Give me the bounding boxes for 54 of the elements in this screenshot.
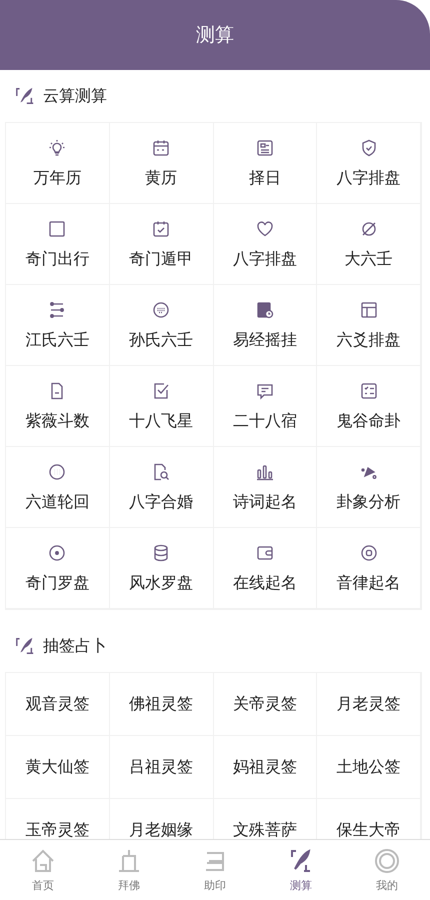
grid-item[interactable]: 诗词起名 (214, 447, 318, 528)
tab[interactable]: 助印 (172, 840, 258, 900)
grid-item[interactable]: 十八飞星 (110, 366, 214, 447)
grid-item[interactable]: 江氏六壬 (6, 285, 110, 366)
section-title: 抽签占卜 (43, 636, 107, 656)
tab[interactable]: 我的 (344, 840, 430, 900)
quill-icon (15, 636, 35, 656)
ring-icon (373, 847, 401, 875)
grid-item[interactable]: 在线起名 (214, 528, 318, 609)
grid-item[interactable]: 妈祖灵签 (214, 736, 318, 799)
heart-icon (254, 218, 275, 238)
id-card-icon (254, 138, 275, 158)
grid-item[interactable]: 八字排盘 (214, 204, 318, 285)
calendar-icon (151, 138, 172, 158)
layout-icon (358, 300, 379, 320)
grid-item[interactable]: 八字排盘 (317, 123, 421, 204)
grid-item[interactable]: 观音灵签 (6, 673, 110, 736)
grid-item[interactable]: 择日 (214, 123, 318, 204)
grid-item[interactable]: 黄历 (110, 123, 214, 204)
square-icon (47, 218, 68, 238)
grid-item[interactable]: 鬼谷命卦 (317, 366, 421, 447)
grid-item[interactable]: 大六壬 (317, 204, 421, 285)
grid-item[interactable]: 奇门罗盘 (6, 528, 110, 609)
grid-item[interactable]: 紫薇斗数 (6, 366, 110, 447)
grid-item[interactable]: 关帝灵签 (214, 673, 318, 736)
grid-item[interactable]: 奇门遁甲 (110, 204, 214, 285)
tab[interactable]: 测算 (258, 840, 344, 900)
calendar-clock-icon (254, 300, 275, 320)
grid-item[interactable]: 吕祖灵签 (110, 736, 214, 799)
grid-item[interactable]: 易经摇挂 (214, 285, 318, 366)
grid-item[interactable]: 孙氏六壬 (110, 285, 214, 366)
grid-item[interactable]: 六道轮回 (6, 447, 110, 528)
grid-item[interactable]: 八字合婚 (110, 447, 214, 528)
grid-item[interactable]: 卦象分析 (317, 447, 421, 528)
grid-item[interactable]: 奇门出行 (6, 204, 110, 285)
grid-item[interactable]: 二十八宿 (214, 366, 318, 447)
grid-item[interactable]: 风水罗盘 (110, 528, 214, 609)
calendar-check-icon (151, 218, 172, 238)
bulb-icon (47, 138, 68, 158)
grid-item[interactable]: 万年历 (6, 123, 110, 204)
grid-item[interactable]: 音律起名 (317, 528, 421, 609)
grid-item[interactable]: 黄大仙签 (6, 736, 110, 799)
section-title: 云算测算 (43, 86, 107, 106)
grid-item[interactable]: 六爻排盘 (317, 285, 421, 366)
ring-icon (358, 542, 379, 562)
checklist-icon (358, 380, 379, 400)
page-title: 测算 (196, 23, 234, 48)
grid-item[interactable]: 佛祖灵签 (110, 673, 214, 736)
quill-icon (15, 86, 35, 106)
target-icon (47, 542, 68, 562)
grid-item[interactable]: 月老灵签 (317, 673, 421, 736)
grid-item[interactable]: 土地公签 (317, 736, 421, 799)
tab[interactable]: 首页 (0, 840, 86, 900)
tab[interactable]: 拜佛 (86, 840, 172, 900)
